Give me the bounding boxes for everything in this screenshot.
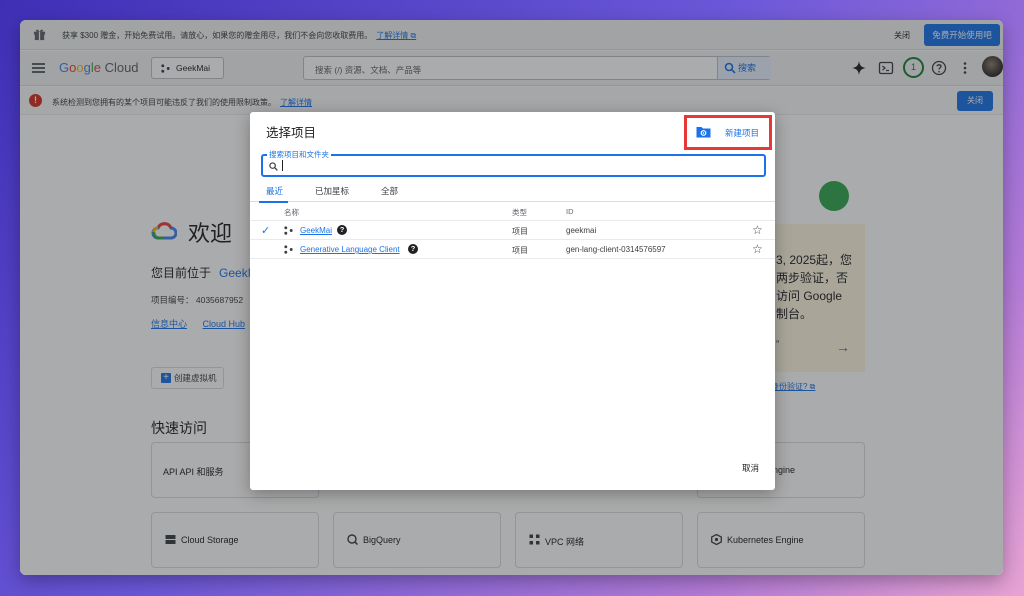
project-icon — [284, 245, 293, 254]
tab-recent[interactable]: 最近 — [258, 185, 289, 203]
project-type: 项目 — [512, 246, 528, 255]
dialog-title: 选择项目 — [266, 126, 317, 140]
new-project-button[interactable]: 新建项目 — [684, 115, 772, 150]
project-icon — [284, 226, 293, 235]
table-row[interactable]: ✓ GeekMai ? 项目 geekmai ☆ — [250, 221, 775, 240]
star-icon[interactable]: ☆ — [752, 242, 763, 256]
project-id: gen-lang-client-0314576597 — [566, 245, 666, 254]
project-type: 项目 — [512, 227, 528, 236]
text-cursor — [282, 160, 283, 171]
project-id: geekmai — [566, 226, 597, 235]
table-row[interactable]: Generative Language Client ? 项目 gen-lang… — [250, 240, 775, 259]
check-icon: ✓ — [261, 225, 271, 237]
cancel-button[interactable]: 取消 — [742, 462, 759, 474]
table-header: 名称 类型 ID — [250, 203, 775, 221]
star-icon[interactable]: ☆ — [752, 223, 763, 237]
search-field-label: 搜索项目和文件夹 — [267, 149, 331, 160]
help-icon[interactable]: ? — [408, 244, 418, 254]
column-type[interactable]: 类型 — [512, 207, 527, 218]
column-name[interactable]: 名称 — [284, 207, 299, 218]
folder-icon — [696, 127, 711, 138]
column-id[interactable]: ID — [566, 207, 574, 216]
dialog-tabs: 最近 已加星标 全部 — [250, 181, 775, 203]
project-picker-dialog: 选择项目 新建项目 搜索项目和文件夹 最近 已加星标 全部 名称 类型 ID ✓… — [250, 112, 775, 490]
tab-all[interactable]: 全部 — [381, 185, 398, 197]
help-icon[interactable]: ? — [337, 225, 347, 235]
project-name-link[interactable]: GeekMai — [300, 226, 332, 235]
tab-starred[interactable]: 已加星标 — [315, 185, 349, 197]
project-search-input[interactable]: 搜索项目和文件夹 — [261, 149, 766, 177]
project-name-link[interactable]: Generative Language Client — [300, 245, 400, 254]
search-icon — [269, 162, 278, 171]
